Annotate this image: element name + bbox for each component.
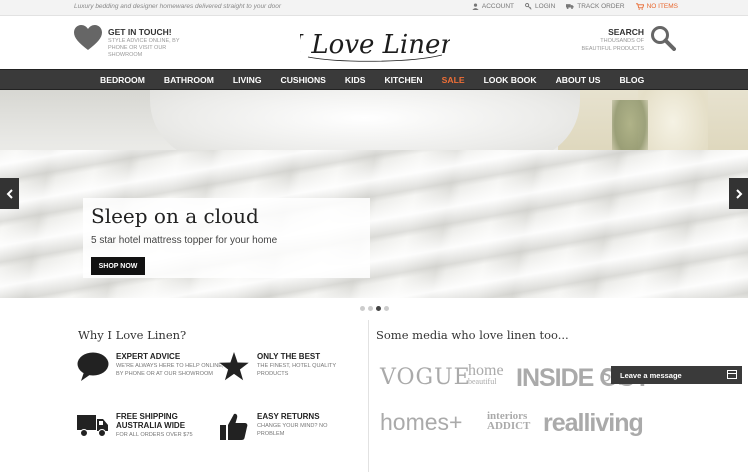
nav-item-bedroom[interactable]: BEDROOM <box>100 75 145 85</box>
slide-dot-2[interactable] <box>368 306 373 311</box>
nav-item-kids[interactable]: KIDS <box>345 75 366 85</box>
search-title: SEARCH <box>608 27 644 37</box>
feature-description: THE FINEST, HOTEL QUALITY PRODUCTS <box>257 363 336 378</box>
feature-easy-returns: EASY RETURNS CHANGE YOUR MIND? NO PROBLE… <box>218 412 347 444</box>
logo-text: I Love Linen <box>300 30 450 60</box>
cart-icon <box>635 3 644 10</box>
account-links: ACCOUNT LOGIN TRACK ORDER NO ITEMS <box>472 3 678 10</box>
cart-link[interactable]: NO ITEMS <box>635 3 678 10</box>
tagline: Luxury bedding and designer homewares de… <box>74 3 282 10</box>
interiors-addict-logo-line-2: ADDICT <box>487 420 531 433</box>
search-icon[interactable] <box>650 25 676 51</box>
slider-next-button[interactable] <box>729 178 748 209</box>
site-header: GET IN TOUCH! STYLE ADVICE ONLINE, BY PH… <box>0 17 748 69</box>
top-utility-bar: Luxury bedding and designer homewares de… <box>0 0 748 16</box>
search-subtitle-2: BEAUTIFUL PRODUCTS <box>581 45 644 52</box>
hero-caption: Sleep on a cloud 5 star hotel mattress t… <box>83 198 370 278</box>
hero-slider: Sleep on a cloud 5 star hotel mattress t… <box>0 90 748 298</box>
section-divider <box>368 320 369 472</box>
feature-title: ONLY THE BEST <box>257 352 321 361</box>
user-icon <box>472 3 479 10</box>
hero-subtitle: 5 star hotel mattress topper for your ho… <box>91 235 278 246</box>
star-icon <box>219 352 249 381</box>
feature-title: EASY RETURNS <box>257 412 320 421</box>
slide-dot-1[interactable] <box>360 306 365 311</box>
nav-item-look-book[interactable]: LOOK BOOK <box>484 75 537 85</box>
account-label: ACCOUNT <box>481 3 515 10</box>
login-link[interactable]: LOGIN <box>525 3 555 10</box>
feature-title: FREE SHIPPING AUSTRALIA WIDE <box>116 412 186 431</box>
nav-item-about-us[interactable]: ABOUT US <box>556 75 601 85</box>
nav-item-blog[interactable]: BLOG <box>619 75 644 85</box>
feature-description: WE'RE ALWAYS HERE TO HELP ONLINE, BY PHO… <box>116 363 224 378</box>
truck-icon <box>77 415 108 437</box>
nav-item-living[interactable]: LIVING <box>233 75 262 85</box>
chevron-left-icon <box>6 188 13 199</box>
cart-label: NO ITEMS <box>646 3 678 10</box>
nav-item-sale[interactable]: SALE <box>442 75 465 85</box>
nav-item-kitchen[interactable]: KITCHEN <box>384 75 422 85</box>
feature-title: EXPERT ADVICE <box>116 352 181 361</box>
nav-item-cushions[interactable]: CUSHIONS <box>281 75 326 85</box>
feature-expert-advice: EXPERT ADVICE WE'RE ALWAYS HERE TO HELP … <box>77 352 226 384</box>
get-in-touch[interactable]: GET IN TOUCH! STYLE ADVICE ONLINE, BY PH… <box>74 25 200 59</box>
vogue-logo: VOGUE <box>380 365 471 390</box>
shop-now-button[interactable]: SHOP NOW <box>91 257 145 275</box>
feature-only-the-best: ONLY THE BEST THE FINEST, HOTEL QUALITY … <box>218 352 367 384</box>
truck-icon <box>566 4 574 10</box>
media-section-title: Some media who love linen too... <box>376 328 569 342</box>
thumbs-up-icon <box>220 413 248 440</box>
slide-indicators <box>360 306 389 311</box>
minimize-window-icon[interactable] <box>727 370 737 379</box>
search-subtitle-1: THOUSANDS OF <box>600 38 644 44</box>
contact-subtitle: STYLE ADVICE ONLINE, BY PHONE OR VISIT O… <box>108 38 180 58</box>
slider-prev-button[interactable] <box>0 178 19 209</box>
feature-description: CHANGE YOUR MIND? NO PROBLEM <box>257 423 328 438</box>
real-living-logo: realliving <box>543 409 644 437</box>
track-order-label: TRACK ORDER <box>577 3 625 10</box>
homes-plus-logo: homes+ <box>380 409 463 435</box>
leave-message-label: Leave a message <box>620 370 682 380</box>
search[interactable]: SEARCH THOUSANDS OF BEAUTIFUL PRODUCTS <box>582 25 676 53</box>
site-logo[interactable]: I Love Linen <box>300 19 450 65</box>
chevron-right-icon <box>735 188 742 199</box>
slide-dot-4[interactable] <box>384 306 389 311</box>
account-link[interactable]: ACCOUNT <box>472 3 514 10</box>
nav-item-bathroom[interactable]: BATHROOM <box>164 75 214 85</box>
leave-message-widget[interactable]: Leave a message <box>611 366 742 384</box>
slide-dot-3[interactable] <box>376 306 381 311</box>
home-beautiful-logo-line-2: beautiful <box>468 377 497 387</box>
main-navigation: BEDROOM BATHROOM LIVING CUSHIONS KIDS KI… <box>0 69 748 90</box>
interiors-addict-logo: interiors ADDICT <box>487 411 530 432</box>
why-section-title: Why I Love Linen? <box>78 328 187 342</box>
heart-icon <box>74 25 102 50</box>
feature-free-shipping: FREE SHIPPING AUSTRALIA WIDE FOR ALL ORD… <box>77 412 226 444</box>
contact-title: GET IN TOUCH! <box>108 27 172 37</box>
speech-bubble-icon <box>77 352 109 381</box>
hero-title: Sleep on a cloud <box>91 204 259 228</box>
key-icon <box>525 3 532 10</box>
home-beautiful-logo: home beautiful <box>468 363 504 387</box>
track-order-link[interactable]: TRACK ORDER <box>566 3 625 10</box>
feature-description: FOR ALL ORDERS OVER $75 <box>116 432 193 439</box>
login-label: LOGIN <box>535 3 556 10</box>
